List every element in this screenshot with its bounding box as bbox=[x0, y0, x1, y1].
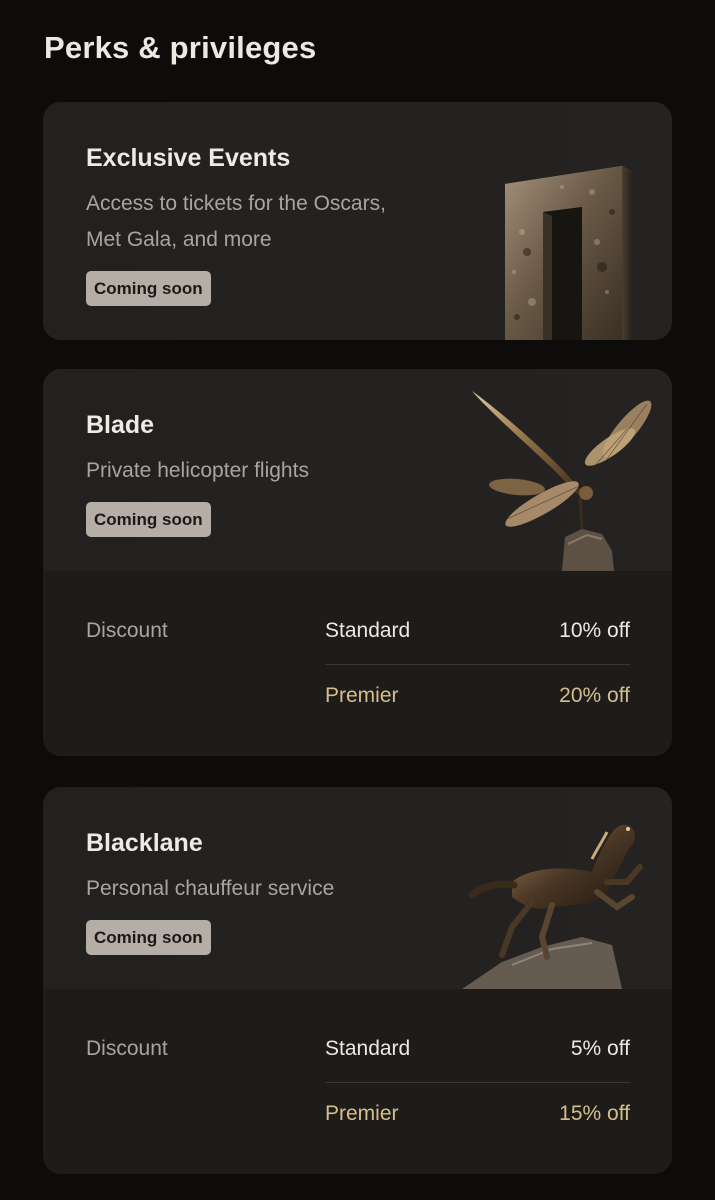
discount-section: Discount Standard 5% off Premier 15% off bbox=[43, 989, 672, 1174]
perk-text: Blacklane Personal chauffeur service Com… bbox=[86, 827, 416, 955]
perk-description: Private helicopter flights bbox=[86, 459, 309, 482]
tier-value: 20% off bbox=[559, 684, 630, 707]
perk-hero: Blacklane Personal chauffeur service Com… bbox=[43, 787, 672, 989]
discount-row-standard: Standard 5% off bbox=[325, 1019, 630, 1083]
tier-value: 5% off bbox=[570, 1037, 630, 1060]
tier-name: Standard bbox=[325, 619, 411, 642]
monolith-arch-icon bbox=[442, 102, 672, 340]
discount-section: Discount Standard 10% off Premier 20% of… bbox=[43, 571, 672, 756]
coming-soon-badge: Coming soon bbox=[86, 502, 211, 537]
perk-title: Exclusive Events bbox=[86, 144, 291, 172]
tier-value: 10% off bbox=[559, 619, 630, 642]
perk-card-exclusive-events[interactable]: Exclusive Events Access to tickets for t… bbox=[43, 102, 672, 340]
tier-name: Premier bbox=[325, 684, 399, 707]
perk-description: Access to tickets for the Oscars, Met Ga… bbox=[86, 192, 386, 251]
tier-value: 15% off bbox=[559, 1102, 630, 1125]
dragonfly-icon bbox=[442, 369, 672, 571]
perk-title: Blade bbox=[86, 411, 155, 439]
discount-row-premier: Premier 15% off bbox=[325, 1084, 630, 1148]
perk-hero: Exclusive Events Access to tickets for t… bbox=[43, 102, 672, 340]
perk-description: Personal chauffeur service bbox=[86, 877, 335, 900]
discount-row-standard: Standard 10% off bbox=[325, 601, 630, 665]
page-title: Perks & privileges bbox=[44, 30, 317, 65]
coming-soon-badge: Coming soon bbox=[86, 920, 211, 955]
perk-card-blacklane[interactable]: Blacklane Personal chauffeur service Com… bbox=[43, 787, 672, 1174]
discount-label: Discount bbox=[86, 619, 168, 642]
discount-row-premier: Premier 20% off bbox=[325, 666, 630, 730]
discount-label: Discount bbox=[86, 1037, 168, 1060]
tier-name: Standard bbox=[325, 1037, 411, 1060]
perk-text: Blade Private helicopter flights Coming … bbox=[86, 409, 416, 537]
coming-soon-badge: Coming soon bbox=[86, 271, 211, 306]
horse-icon bbox=[442, 787, 672, 989]
perk-hero: Blade Private helicopter flights Coming … bbox=[43, 369, 672, 571]
perks-page: Perks & privileges Exclusive Events Acce… bbox=[0, 0, 715, 1200]
perk-title: Blacklane bbox=[86, 829, 203, 857]
tier-name: Premier bbox=[325, 1102, 399, 1125]
perk-card-blade[interactable]: Blade Private helicopter flights Coming … bbox=[43, 369, 672, 756]
perk-text: Exclusive Events Access to tickets for t… bbox=[86, 142, 416, 306]
